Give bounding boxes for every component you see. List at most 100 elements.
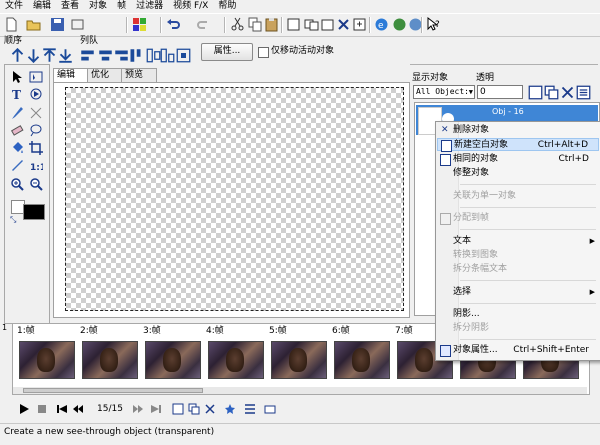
add-frame-icon[interactable] [172,403,184,415]
menu-filters[interactable]: 过滤器 [131,0,168,12]
crop-icon[interactable] [29,141,43,155]
banner-text-icon[interactable] [29,87,43,101]
zoom-out-icon[interactable] [29,177,43,191]
frame-save-icon[interactable] [286,17,301,32]
frame-item[interactable]: 1:帧 [13,324,75,384]
redo-icon[interactable] [196,17,211,32]
transparent-canvas[interactable] [65,87,404,311]
menu-item-object-properties[interactable]: 对象属性... Ctrl+Shift+Enter [437,344,599,357]
object-properties-icon[interactable] [576,85,591,100]
properties-button[interactable]: 属性... [201,43,253,61]
zoom-in-icon[interactable] [10,177,24,191]
pattern-icon[interactable] [29,106,43,120]
align-bottom-icon[interactable] [160,48,175,63]
copy-frame-icon[interactable] [188,403,200,415]
frame-item[interactable]: 3:帧 [139,324,201,384]
align-middle-icon[interactable] [146,48,161,63]
last-frame-icon[interactable] [150,403,162,415]
move-top-icon[interactable] [42,48,56,62]
new-file-icon[interactable] [4,17,19,32]
frame-print-icon[interactable] [264,403,276,415]
move-up-icon[interactable] [10,47,24,62]
menu-item-text[interactable]: 文本 ▶ [437,235,599,248]
open-folder-icon[interactable] [26,17,41,32]
move-down-icon[interactable] [26,48,40,64]
new-object-icon[interactable] [528,85,543,100]
foreground-color-swatch[interactable] [23,204,45,220]
next-frame-icon[interactable] [132,403,144,415]
menu-video-fx[interactable]: 视频 F/X [168,0,213,12]
frame-item[interactable]: 4:帧 [202,324,264,384]
menu-item-split-shadow[interactable]: 拆分阴影 [437,322,599,335]
menu-item-duplicate-object[interactable]: 相同的对象 Ctrl+D [437,153,599,166]
tab-optimize[interactable]: 优化 [87,68,123,83]
paste-icon[interactable] [264,17,279,32]
duplicate-object-icon[interactable] [544,85,559,100]
actual-size-icon[interactable]: 1:1 [29,159,46,173]
menu-item-merge-objects[interactable]: 关联为单一对象 [437,190,599,203]
align-right-icon[interactable] [114,48,128,61]
scrollbar-thumb[interactable] [23,388,203,393]
copy-icon[interactable] [248,17,263,32]
paint-brush-icon[interactable] [10,106,24,120]
menu-item-select[interactable]: 选择 ▶ [437,286,599,299]
text-tool-icon[interactable]: T [10,87,24,102]
menu-item-convert-to-image[interactable]: 转换到图象 [437,249,599,262]
timeline-tab[interactable]: 1 [2,323,10,333]
cut-icon[interactable] [230,17,245,32]
undo-icon[interactable] [166,17,181,32]
frame-thumbnail [19,341,75,379]
menu-frame[interactable]: 帧 [112,0,131,12]
select-arrow-icon[interactable] [10,70,24,84]
frame-effects-icon[interactable] [224,403,236,415]
frame-copy-icon[interactable] [304,17,319,32]
align-top-icon[interactable] [128,48,141,62]
delete-frame-icon[interactable] [204,403,216,415]
menu-view[interactable]: 查看 [56,0,84,12]
color-palette-icon[interactable] [132,17,147,32]
menu-item-trim-object[interactable]: 修整对象 [437,167,599,180]
swap-colors-icon[interactable]: ⤡ [10,215,18,224]
move-bottom-icon[interactable] [58,48,72,63]
frame-insert-icon[interactable] [352,17,367,32]
prev-frame-icon[interactable] [72,403,84,415]
opacity-spinner[interactable]: 0 [477,85,523,99]
object-filter-select[interactable]: All Object: ▼ [413,85,475,99]
menu-item-assign-to-frame[interactable]: 分配到帧 [437,212,599,225]
save-icon[interactable] [50,17,65,32]
delete-object-icon[interactable] [560,85,574,99]
frame-properties-icon[interactable] [244,403,256,415]
menu-object[interactable]: 对象 [84,0,112,12]
stop-icon[interactable] [36,403,48,415]
menu-item-new-blank-object[interactable]: 新建空白对象 Ctrl+Alt+D [437,138,599,152]
play-icon[interactable] [18,403,30,415]
frame-paste-icon[interactable] [320,17,335,32]
timeline-scrollbar[interactable] [13,387,587,394]
help-context-icon[interactable]: ? [426,16,441,32]
menu-item-shadow[interactable]: 阴影... [437,308,599,321]
preview-browser-icon[interactable] [392,17,407,32]
fill-bucket-icon[interactable] [10,141,24,155]
cut-frame-icon[interactable] [70,17,85,32]
menu-edit[interactable]: 编辑 [28,0,56,12]
select-rect-icon[interactable] [29,70,43,84]
tab-preview[interactable]: 预览 [121,68,157,83]
move-active-only-checkbox[interactable] [258,47,269,58]
eraser-icon[interactable] [10,123,24,137]
first-frame-icon[interactable] [56,403,68,415]
menu-item-delete-object[interactable]: ✕ 删除对象 [437,124,599,137]
lasso-icon[interactable] [29,123,43,137]
center-icon[interactable] [176,48,191,63]
frame-item[interactable]: 6:帧 [328,324,390,384]
delete-icon[interactable] [336,17,351,32]
tab-edit[interactable]: 编辑 [53,68,89,83]
menu-help[interactable]: 帮助 [213,0,241,12]
menu-file[interactable]: 文件 [0,0,28,12]
frame-item[interactable]: 2:帧 [76,324,138,384]
menu-item-split-banner-text[interactable]: 拆分条幅文本 [437,263,599,276]
align-left-icon[interactable] [80,48,94,61]
frame-item[interactable]: 5:帧 [265,324,327,384]
eyedropper-icon[interactable] [10,159,24,173]
internet-explorer-icon[interactable]: e [374,17,389,32]
align-center-icon[interactable] [98,48,112,61]
